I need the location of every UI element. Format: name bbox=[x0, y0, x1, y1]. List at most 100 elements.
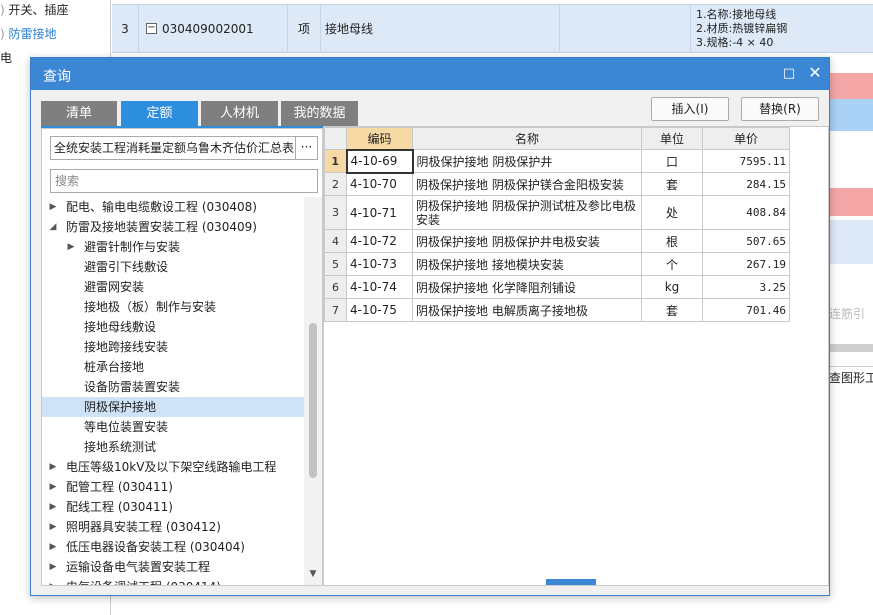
tab-list[interactable]: 清单 bbox=[41, 101, 117, 126]
column-header-price[interactable]: 单价 bbox=[702, 127, 790, 150]
tree-item[interactable]: ▶ 配管工程 (030411) bbox=[42, 477, 304, 497]
quota-name-cell[interactable]: 阴极保护接地 化学降阻剂铺设 bbox=[412, 275, 642, 299]
bg-tree-item-lightning[interactable]: ) 防雷接地 bbox=[0, 25, 57, 42]
row-number[interactable]: 7 bbox=[324, 298, 347, 322]
tree-item[interactable]: ▶ 低压电器设备安装工程 (030404) bbox=[42, 537, 304, 557]
table-row[interactable]: 2 4-10-70 阴极保护接地 阴极保护镁合金阳极安装套 284.15 bbox=[324, 172, 790, 196]
tab-labor-material[interactable]: 人材机 bbox=[201, 101, 278, 126]
column-header-unit[interactable]: 单位 bbox=[641, 127, 703, 150]
tree-item[interactable]: 接地跨接线安装 bbox=[42, 337, 304, 357]
caret-right-icon[interactable]: ▶ bbox=[48, 557, 58, 577]
quota-name-cell[interactable]: 阴极保护接地 阴极保护井电极安装 bbox=[412, 229, 642, 253]
maximize-icon[interactable]: □ bbox=[781, 66, 797, 82]
bg-tree-item-switch[interactable]: ) 开关、插座 bbox=[0, 1, 69, 18]
quota-unit-cell[interactable]: 个 bbox=[641, 252, 703, 276]
table-row[interactable]: 5 4-10-73 阴极保护接地 接地模块安装个 267.19 bbox=[324, 252, 790, 276]
tree-item[interactable]: ▶ 照明器具安装工程 (030412) bbox=[42, 517, 304, 537]
row-number[interactable]: 1 bbox=[324, 149, 347, 173]
quota-name-cell[interactable]: 阴极保护接地 阴极保护镁合金阳极安装 bbox=[412, 172, 642, 196]
tree-item[interactable]: 接地母线敷设 bbox=[42, 317, 304, 337]
tree-item[interactable]: 桩承台接地 bbox=[42, 357, 304, 377]
quota-price-cell[interactable]: 7595.11 bbox=[702, 149, 790, 173]
quota-price-cell[interactable]: 408.84 bbox=[702, 195, 790, 230]
caret-right-icon[interactable]: ▶ bbox=[48, 517, 58, 537]
quota-unit-cell[interactable]: 套 bbox=[641, 172, 703, 196]
tree-item[interactable]: ▶ 电气设备调试工程 (030414) bbox=[42, 577, 304, 585]
panel-resize-handle[interactable] bbox=[546, 579, 596, 585]
query-dialog: 查询 □ ✕ 清单 定额 人材机 我的数据 插入(I) 替换(R) 全统安装工程… bbox=[30, 57, 830, 596]
caret-right-icon[interactable]: ▶ bbox=[48, 477, 58, 497]
caret-right-icon[interactable]: ▶ bbox=[66, 237, 76, 257]
quota-price-cell[interactable]: 267.19 bbox=[702, 252, 790, 276]
caret-right-icon[interactable]: ▶ bbox=[48, 497, 58, 517]
right-fragment-2[interactable]: 查图形工 bbox=[829, 366, 873, 389]
quota-unit-cell[interactable]: kg bbox=[641, 275, 703, 299]
column-header-name[interactable]: 名称 bbox=[412, 127, 642, 150]
quota-name-cell[interactable]: 阴极保护接地 阴极保护井 bbox=[412, 149, 642, 173]
quota-name-cell[interactable]: 阴极保护接地 阴极保护测试桩及参比电极安装 bbox=[412, 195, 642, 230]
quota-unit-cell[interactable]: 处 bbox=[641, 195, 703, 230]
quota-name-cell[interactable]: 阴极保护接地 电解质离子接地极 bbox=[412, 298, 642, 322]
table-row[interactable]: 7 4-10-75 阴极保护接地 电解质离子接地极套 701.46 bbox=[324, 298, 790, 322]
caret-right-icon[interactable]: ▶ bbox=[48, 577, 58, 585]
tree-item[interactable]: 接地系统测试 bbox=[42, 437, 304, 457]
quota-unit-cell[interactable]: 根 bbox=[641, 229, 703, 253]
quota-price-cell[interactable]: 701.46 bbox=[702, 298, 790, 322]
replace-button[interactable]: 替换(R) bbox=[741, 97, 819, 121]
table-row[interactable]: 3 4-10-71 阴极保护接地 阴极保护测试桩及参比电极安装处 408.84 bbox=[324, 195, 790, 230]
tree-item[interactable]: ▶ 运输设备电气装置安装工程 bbox=[42, 557, 304, 577]
scrollbar-thumb[interactable] bbox=[309, 323, 317, 478]
quota-code-cell[interactable]: 4-10-75 bbox=[346, 298, 413, 322]
tree-item[interactable]: ◢ 防雷及接地装置安装工程 (030409) bbox=[42, 217, 304, 237]
quota-code-cell[interactable]: 4-10-74 bbox=[346, 275, 413, 299]
row-number[interactable]: 3 bbox=[324, 195, 347, 230]
row-number[interactable]: 4 bbox=[324, 229, 347, 253]
table-row[interactable]: 6 4-10-74 阴极保护接地 化学降阻剂铺设 kg 3.25 bbox=[324, 275, 790, 299]
minus-box-icon[interactable]: − bbox=[146, 23, 157, 34]
quota-price-cell[interactable]: 3.25 bbox=[702, 275, 790, 299]
tree-item[interactable]: 避雷网安装 bbox=[42, 277, 304, 297]
quota-unit-cell[interactable]: 套 bbox=[641, 298, 703, 322]
tree-item[interactable]: 设备防雷装置安装 bbox=[42, 377, 304, 397]
tab-my-data[interactable]: 我的数据 bbox=[281, 101, 358, 126]
column-header-code[interactable]: 编码 bbox=[346, 127, 413, 150]
table-row[interactable]: 4 4-10-72 阴极保护接地 阴极保护井电极安装根 507.65 bbox=[324, 229, 790, 253]
table-row[interactable]: 1 4-10-69 阴极保护接地 阴极保护井口 7595.11 bbox=[324, 148, 790, 174]
caret-down-icon[interactable]: ◢ bbox=[48, 217, 58, 237]
tree-item[interactable]: ▶ 配电、输电电缆敷设工程 (030408) bbox=[42, 197, 304, 217]
tree-item-label: 防雷及接地装置安装工程 (030409) bbox=[66, 220, 257, 234]
quota-price-cell[interactable]: 507.65 bbox=[702, 229, 790, 253]
quota-code-cell[interactable]: 4-10-71 bbox=[346, 195, 413, 230]
scroll-down-icon[interactable]: ▼ bbox=[308, 569, 318, 581]
tree-item[interactable]: 等电位装置安装 bbox=[42, 417, 304, 437]
bg-tree-item-electric[interactable]: 电 bbox=[0, 49, 12, 66]
caret-right-icon[interactable]: ▶ bbox=[48, 537, 58, 557]
tree-item[interactable]: ▶ 电压等级10kV及以下架空线路输电工程 bbox=[42, 457, 304, 477]
row-number[interactable]: 6 bbox=[324, 275, 347, 299]
quota-code-cell[interactable]: 4-10-70 bbox=[346, 172, 413, 196]
caret-right-icon[interactable]: ▶ bbox=[48, 457, 58, 477]
tree-item[interactable]: 避雷引下线敷设 bbox=[42, 257, 304, 277]
row-number[interactable]: 2 bbox=[324, 172, 347, 196]
quota-code-cell[interactable]: 4-10-69 bbox=[345, 148, 414, 174]
more-button[interactable]: ··· bbox=[296, 136, 318, 160]
quota-name-cell[interactable]: 阴极保护接地 接地模块安装 bbox=[412, 252, 642, 276]
close-icon[interactable]: ✕ bbox=[807, 65, 823, 81]
quota-unit-cell[interactable]: 口 bbox=[641, 149, 703, 173]
tree-item[interactable]: ▶ 避雷针制作与安装 bbox=[42, 237, 304, 257]
tree-scrollbar[interactable]: ▼ bbox=[304, 197, 322, 585]
bg-table-row[interactable]: 3 − 030409002001 项 接地母线 1.名称:接地母线 2.材质:热… bbox=[112, 4, 873, 53]
quota-code-cell[interactable]: 4-10-72 bbox=[346, 229, 413, 253]
tree-item[interactable]: 阴极保护接地 bbox=[42, 397, 304, 417]
dialog-title-bar[interactable]: 查询 □ ✕ bbox=[31, 58, 829, 90]
tree-item[interactable]: ▶ 配线工程 (030411) bbox=[42, 497, 304, 517]
tab-quota[interactable]: 定额 bbox=[121, 101, 198, 126]
quota-price-cell[interactable]: 284.15 bbox=[702, 172, 790, 196]
row-number[interactable]: 5 bbox=[324, 252, 347, 276]
search-input[interactable] bbox=[50, 169, 318, 193]
caret-right-icon[interactable]: ▶ bbox=[48, 197, 58, 217]
quota-library-select[interactable]: 全统安装工程消耗量定额乌鲁木齐估价汇总表 bbox=[50, 136, 296, 160]
tree-item[interactable]: 接地极（板）制作与安装 bbox=[42, 297, 304, 317]
quota-code-cell[interactable]: 4-10-73 bbox=[346, 252, 413, 276]
insert-button[interactable]: 插入(I) bbox=[651, 97, 729, 121]
